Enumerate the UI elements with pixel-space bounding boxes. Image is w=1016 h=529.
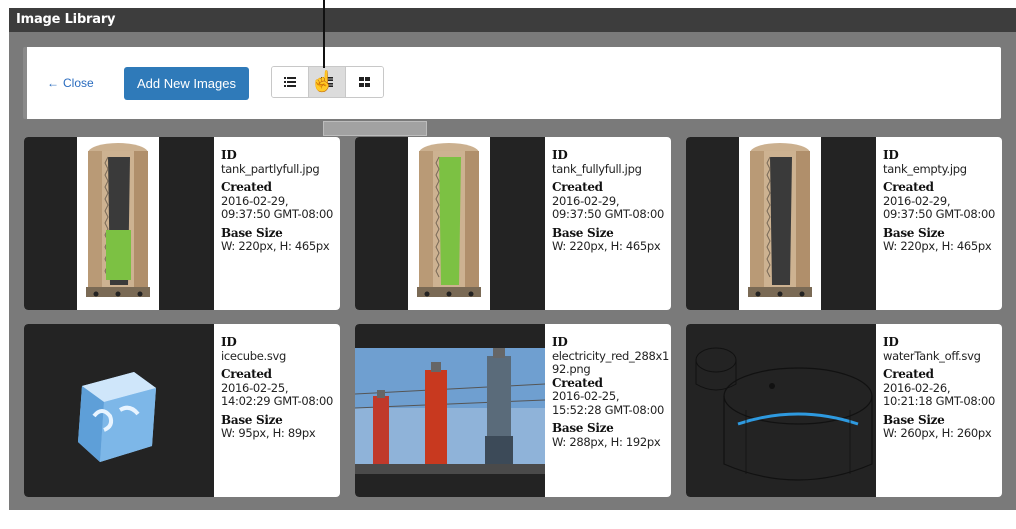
created-time: 14:02:29 GMT-08:00 xyxy=(221,394,333,408)
hand-cursor-icon: ☝ xyxy=(310,71,335,93)
created-time: 09:37:50 GMT-08:00 xyxy=(221,207,333,221)
image-card[interactable]: ID tank_fullyfull.jpg Created 2016-02-29… xyxy=(355,137,671,310)
image-details: ID tank_partlyfull.jpg Created 2016-02-2… xyxy=(221,148,337,254)
base-size-label: Base Size xyxy=(883,412,945,427)
image-card[interactable]: ID electricity_red_288x1 92.png Created … xyxy=(355,324,671,497)
image-id-line-2: 92.png xyxy=(552,362,591,376)
id-label: ID xyxy=(883,148,899,162)
created-label: Created xyxy=(221,367,272,381)
library-content: ← Close Add New Images ID tank_partlyful… xyxy=(9,32,1016,529)
image-details: ID tank_empty.jpg Created 2016-02-29, 09… xyxy=(883,148,999,254)
image-card[interactable]: ID tank_partlyfull.jpg Created 2016-02-2… xyxy=(24,137,340,310)
close-label: Close xyxy=(63,76,94,90)
image-details: ID electricity_red_288x1 92.png Created … xyxy=(552,335,670,449)
base-size-value: W: 288px, H: 192px xyxy=(552,434,661,449)
arrow-left-icon: ← xyxy=(47,76,59,90)
base-size-value: W: 220px, H: 465px xyxy=(221,239,330,253)
window-title: Image Library xyxy=(9,8,1016,32)
add-new-images-button[interactable]: Add New Images xyxy=(124,67,249,100)
id-label: ID xyxy=(552,335,568,349)
torn-edge xyxy=(0,510,1016,529)
image-details: ID waterTank_off.svg Created 2016-02-26,… xyxy=(883,335,999,441)
image-id: icecube.svg xyxy=(221,348,287,363)
grid-view-button[interactable] xyxy=(346,67,383,97)
base-size-value: W: 260px, H: 260px xyxy=(883,426,992,440)
image-thumbnail xyxy=(24,137,214,310)
created-time: 10:21:18 GMT-08:00 xyxy=(883,394,995,408)
image-thumbnail xyxy=(686,324,876,497)
created-label: Created xyxy=(883,180,934,194)
created-date: 2016-02-29, xyxy=(221,193,289,208)
close-link[interactable]: ← Close xyxy=(47,76,94,90)
image-thumbnail xyxy=(24,324,214,497)
base-size-value: W: 220px, H: 465px xyxy=(552,239,661,253)
image-id: tank_fullyfull.jpg xyxy=(552,161,642,176)
created-time: 15:52:28 GMT-08:00 xyxy=(552,402,664,417)
image-library-window: Image Library ← Close Add New Images ID … xyxy=(9,8,1016,529)
toolbar: ← Close Add New Images xyxy=(23,47,1001,119)
callout-line xyxy=(323,0,325,68)
created-time: 09:37:50 GMT-08:00 xyxy=(552,207,664,221)
id-label: ID xyxy=(221,335,237,349)
image-card[interactable]: ID waterTank_off.svg Created 2016-02-26,… xyxy=(686,324,1002,497)
created-label: Created xyxy=(883,367,934,381)
base-size-label: Base Size xyxy=(221,225,283,240)
created-date: 2016-02-29, xyxy=(883,193,951,208)
created-date: 2016-02-29, xyxy=(552,193,620,208)
image-thumbnail xyxy=(686,137,876,310)
base-size-value: W: 95px, H: 89px xyxy=(221,426,316,440)
image-details: ID icecube.svg Created 2016-02-25, 14:02… xyxy=(221,335,337,441)
base-size-label: Base Size xyxy=(552,225,614,240)
image-id: waterTank_off.svg xyxy=(883,348,981,363)
created-date: 2016-02-25, xyxy=(221,380,289,395)
created-label: Created xyxy=(552,375,603,390)
created-label: Created xyxy=(552,180,603,194)
created-time: 09:37:50 GMT-08:00 xyxy=(883,207,995,221)
image-card[interactable]: ID tank_empty.jpg Created 2016-02-29, 09… xyxy=(686,137,1002,310)
created-date: 2016-02-26, xyxy=(883,380,951,395)
base-size-label: Base Size xyxy=(552,421,614,435)
grid-view-icon xyxy=(359,77,370,87)
image-id-line-1: electricity_red_288x1 xyxy=(552,348,670,363)
id-label: ID xyxy=(552,148,568,162)
image-details: ID tank_fullyfull.jpg Created 2016-02-29… xyxy=(552,148,668,254)
list-view-icon xyxy=(284,77,296,87)
image-id: tank_partlyfull.jpg xyxy=(221,161,320,176)
id-label: ID xyxy=(883,335,899,349)
base-size-label: Base Size xyxy=(221,412,283,427)
list-view-button[interactable] xyxy=(272,67,309,97)
image-card[interactable]: ID icecube.svg Created 2016-02-25, 14:02… xyxy=(24,324,340,497)
image-thumbnail xyxy=(355,137,545,310)
base-size-value: W: 220px, H: 465px xyxy=(883,239,992,253)
image-thumbnail xyxy=(355,324,545,497)
base-size-label: Base Size xyxy=(883,225,945,240)
view-tooltip xyxy=(323,121,427,136)
created-label: Created xyxy=(221,180,272,194)
created-date: 2016-02-25, xyxy=(552,389,620,403)
id-label: ID xyxy=(221,148,237,162)
image-id: tank_empty.jpg xyxy=(883,161,967,176)
